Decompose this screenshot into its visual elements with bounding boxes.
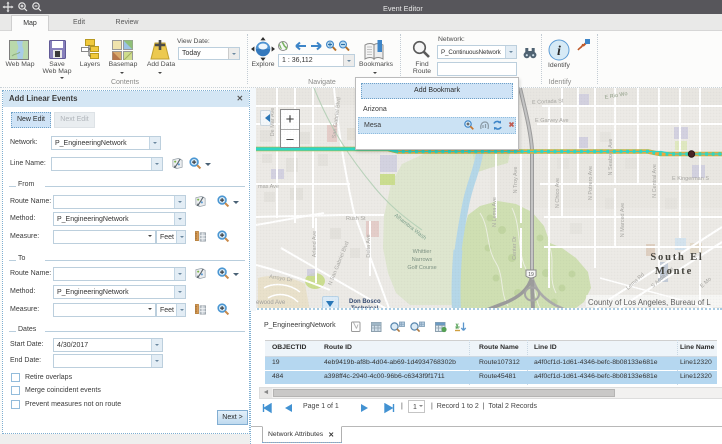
svg-text:i: i — [557, 44, 561, 59]
